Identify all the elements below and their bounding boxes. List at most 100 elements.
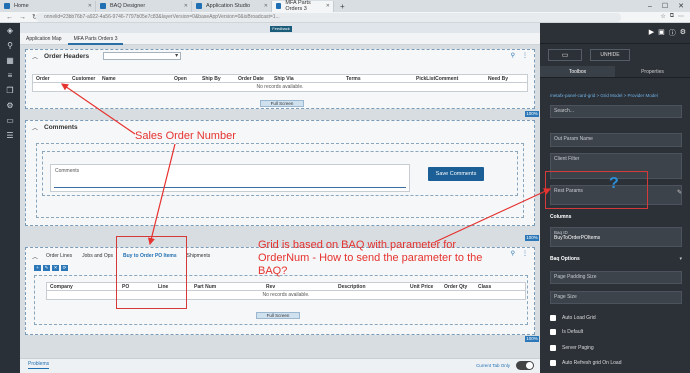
right-panel-tools: ▭ UNHIDE <box>540 44 690 66</box>
settings-icon[interactable]: ⚙ <box>0 98 20 113</box>
play-icon[interactable]: ▶ <box>649 28 654 38</box>
chevron-up-icon[interactable]: ︿ <box>32 52 38 61</box>
minimize-icon[interactable]: – <box>648 3 652 10</box>
back-icon[interactable]: ← <box>6 14 13 21</box>
is-default-checkbox[interactable]: Is Default <box>550 329 583 335</box>
tab-properties[interactable]: Properties <box>615 66 690 77</box>
tab-shipments[interactable]: Shipments <box>187 253 211 259</box>
save-comments-button[interactable]: Save Comments <box>428 167 484 181</box>
column-terms[interactable]: Terms <box>343 76 413 82</box>
server-paging-checkbox[interactable]: Server Paging <box>550 345 594 351</box>
copy-icon[interactable]: ❐ <box>0 83 20 98</box>
close-icon[interactable]: ✕ <box>264 3 268 9</box>
close-icon[interactable]: ✕ <box>88 3 92 9</box>
property-breadcrumb[interactable]: metafx-panel-card-grid > Grid Model > Pr… <box>550 93 658 98</box>
feedback-button[interactable]: Feedback <box>270 26 292 32</box>
filter-icon[interactable]: ⚲ <box>511 52 515 59</box>
menu-dots-icon[interactable]: ⋯ <box>678 13 684 20</box>
tree-icon[interactable]: ⚲ <box>0 38 20 53</box>
checkbox-label: Server Paging <box>562 345 594 351</box>
tab-mfa-parts-orders[interactable]: MFA Parts Orders 3 <box>67 33 124 45</box>
save-icon[interactable]: ▣ <box>658 28 665 38</box>
browser-tab-mfa-parts-orders[interactable]: MFA Parts Orders 3 ✕ <box>272 0 334 12</box>
baq-id-field[interactable]: Baq ID BuyToOrderPOItems <box>550 227 682 247</box>
column-order-qty[interactable]: Order Qty <box>441 284 475 290</box>
page-icon[interactable]: ▭ <box>0 113 20 128</box>
chevron-up-icon[interactable]: ︿ <box>32 252 38 261</box>
more-icon[interactable]: ⋮ <box>522 250 528 257</box>
close-icon[interactable]: ✕ <box>326 3 330 9</box>
delete-row-button[interactable]: ✕ <box>52 265 59 271</box>
page-size-field[interactable]: Page Size <box>550 291 682 304</box>
page-padding-size-field[interactable]: Page Padding Size <box>550 271 682 284</box>
tab-toolbox[interactable]: Toolbox <box>540 66 615 77</box>
column-name[interactable]: Name <box>99 76 171 82</box>
column-order[interactable]: Order <box>33 76 69 82</box>
full-screen-button[interactable]: Full Screen <box>260 100 304 107</box>
highlight-rest-params <box>545 171 648 209</box>
column-class[interactable]: Class <box>475 284 505 290</box>
new-tab-button[interactable]: + <box>340 2 345 11</box>
address-icons: ☆ ⧉ ⋯ <box>660 13 684 20</box>
grid-icon[interactable]: ▦ <box>0 53 20 68</box>
data-icon[interactable]: ≡ <box>0 68 20 83</box>
filter-icon[interactable]: ⚲ <box>511 250 515 257</box>
refresh-button[interactable]: ⟳ <box>61 265 68 271</box>
problems-tab[interactable]: Problems <box>28 361 50 369</box>
column-customer[interactable]: Customer <box>69 76 99 82</box>
pencil-icon[interactable]: ✎ <box>677 189 682 196</box>
order-headers-column-header: Order Customer Name Open Ship By Order D… <box>32 74 528 83</box>
order-headers-dropdown[interactable] <box>103 52 182 60</box>
tab-label: MFA Parts Orders 3 <box>285 0 311 12</box>
baq-options-section[interactable]: Baq Options ▾ <box>550 256 682 262</box>
browser-tab-home[interactable]: Home ✕ <box>0 0 96 12</box>
epicor-icon <box>4 3 10 9</box>
checkbox-label: Auto Load Grid <box>562 315 596 321</box>
auto-load-grid-checkbox[interactable]: Auto Load Grid <box>550 315 596 321</box>
comments-underline <box>54 187 406 188</box>
width-percent-badge: 100% <box>525 111 539 117</box>
current-tab-only-toggle[interactable] <box>516 361 534 370</box>
column-order-date[interactable]: Order Date <box>235 76 271 82</box>
out-param-name-field[interactable]: Out Param Name <box>550 133 682 147</box>
edit-row-button[interactable]: ✎ <box>43 265 50 271</box>
tab-order-lines[interactable]: Order Lines <box>46 253 72 259</box>
column-picklist-comment[interactable]: PickListComment <box>413 76 485 82</box>
maximize-icon[interactable]: ☐ <box>662 2 668 10</box>
chevron-down-icon: ▾ <box>679 256 682 262</box>
star-icon[interactable]: ☆ <box>660 13 665 20</box>
full-screen-button[interactable]: Full Screen <box>256 312 300 319</box>
auto-refresh-checkbox[interactable]: Auto Refresh grid On Load <box>550 360 621 366</box>
order-headers-panel: ︿ Order Headers ⚲ ⋮ Order Customer Name … <box>25 49 535 109</box>
column-company[interactable]: Company <box>47 284 119 290</box>
tab-jobs-and-ops[interactable]: Jobs and Ops <box>82 253 113 259</box>
browser-tab-baq-designer[interactable]: BAQ Designer ✕ <box>96 0 192 12</box>
column-need-by[interactable]: Need By <box>485 76 525 82</box>
info-icon[interactable]: ⓘ <box>669 28 676 38</box>
property-search-input[interactable]: Search... <box>550 105 682 118</box>
column-open[interactable]: Open <box>171 76 199 82</box>
browser-tab-application-studio[interactable]: Application Studio ✕ <box>192 0 272 12</box>
tab-application-map[interactable]: Application Map <box>20 33 68 45</box>
close-icon[interactable]: ✕ <box>184 3 188 9</box>
columns-section[interactable]: Columns <box>550 214 682 220</box>
settings-icon[interactable]: ⚙ <box>680 28 686 38</box>
unhide-button[interactable]: UNHIDE <box>590 49 630 61</box>
close-window-icon[interactable]: ✕ <box>678 2 684 10</box>
column-rev[interactable]: Rev <box>263 284 335 290</box>
extensions-icon[interactable]: ⧉ <box>670 13 674 20</box>
column-ship-via[interactable]: Ship Via <box>271 76 343 82</box>
forward-icon[interactable]: → <box>19 14 26 21</box>
comments-field[interactable]: Comments <box>50 164 410 192</box>
column-ship-by[interactable]: Ship By <box>199 76 235 82</box>
column-description[interactable]: Description <box>335 284 407 290</box>
column-unit-price[interactable]: Unit Price <box>407 284 441 290</box>
column-part-num[interactable]: Part Num <box>191 284 263 290</box>
list-icon[interactable]: ☰ <box>0 128 20 143</box>
device-preview-button[interactable]: ▭ <box>548 49 582 61</box>
url-input[interactable]: onnelid=23bb76b7-a922-4a56-9746-7797b05e… <box>36 13 621 22</box>
add-row-button[interactable]: + <box>34 265 41 271</box>
layers-icon[interactable]: ◈ <box>0 23 20 38</box>
more-icon[interactable]: ⋮ <box>522 52 528 59</box>
chevron-up-icon[interactable]: ︿ <box>32 123 38 132</box>
